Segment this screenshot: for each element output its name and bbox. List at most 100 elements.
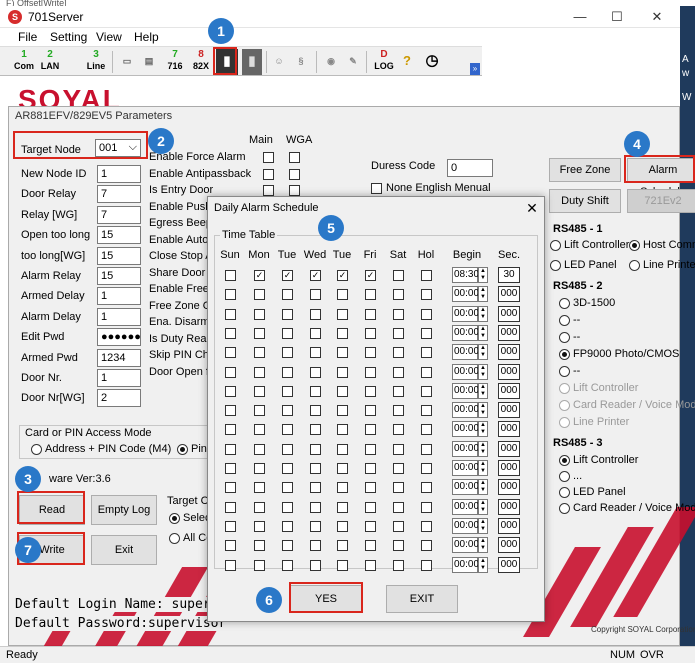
time-spinner-icon[interactable]: ▲ ▼: [478, 382, 488, 399]
menu-file[interactable]: File: [18, 30, 37, 44]
time-spinner-icon[interactable]: ▲ ▼: [478, 305, 488, 322]
time-spinner-icon[interactable]: ▲ ▼: [478, 324, 488, 341]
day-checkbox[interactable]: [254, 366, 265, 378]
day-checkbox[interactable]: [310, 385, 321, 397]
day-checkbox[interactable]: [337, 482, 348, 494]
rs485-1-line-printer-radio[interactable]: [629, 260, 640, 271]
pin-radio[interactable]: [177, 444, 188, 455]
day-checkbox[interactable]: [337, 463, 348, 474]
day-checkbox[interactable]: [254, 327, 265, 339]
day-checkbox[interactable]: [337, 308, 348, 320]
seconds-input[interactable]: 000: [498, 537, 520, 554]
day-checkbox[interactable]: [393, 482, 404, 494]
day-checkbox[interactable]: [282, 424, 293, 436]
field-input[interactable]: 2: [97, 389, 141, 408]
day-checkbox[interactable]: [282, 482, 293, 494]
main-checkbox[interactable]: [263, 185, 274, 196]
begin-time-input[interactable]: 00:00: [452, 305, 479, 322]
day-checkbox[interactable]: [310, 424, 321, 436]
begin-time-input[interactable]: 00:00: [452, 324, 479, 341]
day-checkbox[interactable]: [365, 463, 376, 474]
seconds-input[interactable]: 000: [498, 479, 520, 496]
day-checkbox[interactable]: [393, 327, 404, 339]
main-checkbox[interactable]: [263, 168, 274, 180]
time-spinner-icon[interactable]: ▲ ▼: [478, 556, 488, 573]
duty-shift-button[interactable]: Duty Shift: [549, 189, 621, 213]
help-question-icon[interactable]: ?: [400, 49, 414, 75]
day-checkbox[interactable]: [337, 327, 348, 339]
day-checkbox[interactable]: [225, 327, 236, 339]
day-checkbox[interactable]: [337, 366, 348, 378]
day-checkbox[interactable]: [365, 482, 376, 494]
day-checkbox[interactable]: [393, 289, 404, 301]
day-checkbox[interactable]: [421, 366, 432, 378]
time-spinner-icon[interactable]: ▲ ▼: [478, 537, 488, 554]
day-checkbox[interactable]: [225, 385, 236, 397]
day-checkbox[interactable]: [421, 327, 432, 339]
day-checkbox[interactable]: [421, 405, 432, 417]
field-input[interactable]: 7: [97, 205, 141, 224]
field-input[interactable]: 1: [97, 287, 141, 306]
82x-button[interactable]: 8 82X: [190, 49, 212, 75]
wga-checkbox[interactable]: [289, 152, 300, 163]
day-checkbox[interactable]: [421, 501, 432, 513]
day-checkbox[interactable]: [310, 308, 321, 320]
day-checkbox[interactable]: [310, 366, 321, 378]
toolbar-overflow-icon[interactable]: »: [470, 63, 480, 75]
rs485-2-radio[interactable]: [559, 349, 570, 360]
user-icon[interactable]: ☺: [270, 49, 288, 75]
day-checkbox[interactable]: [225, 463, 236, 474]
day-checkbox[interactable]: [254, 501, 265, 513]
day-checkbox[interactable]: ✓: [310, 270, 321, 281]
day-checkbox[interactable]: [282, 501, 293, 513]
day-checkbox[interactable]: [254, 405, 265, 417]
day-checkbox[interactable]: [310, 405, 321, 417]
seconds-input[interactable]: 000: [498, 305, 520, 322]
day-checkbox[interactable]: [254, 520, 265, 532]
day-checkbox[interactable]: [421, 385, 432, 397]
day-checkbox[interactable]: ✓: [282, 270, 293, 281]
begin-time-input[interactable]: 00:00: [452, 440, 479, 457]
line-button[interactable]: 3 Line: [84, 49, 108, 75]
day-checkbox[interactable]: [337, 520, 348, 532]
rs485-2-radio[interactable]: [559, 383, 570, 394]
day-checkbox[interactable]: [310, 347, 321, 359]
wga-checkbox[interactable]: [289, 185, 300, 196]
day-checkbox[interactable]: [365, 559, 376, 571]
field-input[interactable]: 7: [97, 185, 141, 204]
day-checkbox[interactable]: [421, 463, 432, 474]
day-checkbox[interactable]: [421, 482, 432, 494]
seconds-input[interactable]: 000: [498, 421, 520, 438]
day-checkbox[interactable]: [365, 385, 376, 397]
day-checkbox[interactable]: [365, 327, 376, 339]
rs485-2-radio[interactable]: [559, 298, 570, 309]
day-checkbox[interactable]: ✓: [365, 270, 376, 281]
begin-time-input[interactable]: 00:00: [452, 537, 479, 554]
field-input[interactable]: 1: [97, 307, 141, 326]
com-button[interactable]: 1 Com: [12, 49, 36, 75]
seconds-input[interactable]: 000: [498, 440, 520, 457]
day-checkbox[interactable]: [393, 385, 404, 397]
time-spinner-icon[interactable]: ▲ ▼: [478, 517, 488, 534]
rs485-3-radio[interactable]: [559, 455, 570, 466]
day-checkbox[interactable]: [393, 463, 404, 474]
rs485-3-radio[interactable]: [559, 487, 570, 498]
day-checkbox[interactable]: [365, 308, 376, 320]
day-checkbox[interactable]: [421, 559, 432, 571]
day-checkbox[interactable]: [225, 308, 236, 320]
716-button[interactable]: 7 716: [164, 49, 186, 75]
time-spinner-icon[interactable]: ▲ ▼: [478, 440, 488, 457]
database-icon[interactable]: ◉: [322, 49, 340, 75]
menu-help[interactable]: Help: [134, 30, 159, 44]
minimize-button[interactable]: —: [565, 8, 595, 26]
seconds-input[interactable]: 000: [498, 402, 520, 419]
begin-time-input[interactable]: 00:00: [452, 344, 479, 361]
begin-time-input[interactable]: 00:00: [452, 421, 479, 438]
seconds-input[interactable]: 30: [498, 267, 520, 283]
tools-icon[interactable]: ✎: [344, 49, 362, 75]
close-window-button[interactable]: ✕: [642, 8, 672, 26]
seconds-input[interactable]: 000: [498, 344, 520, 361]
clock-icon[interactable]: ◷: [420, 49, 444, 75]
wga-checkbox[interactable]: [289, 168, 300, 180]
all-co-radio[interactable]: [169, 533, 180, 544]
